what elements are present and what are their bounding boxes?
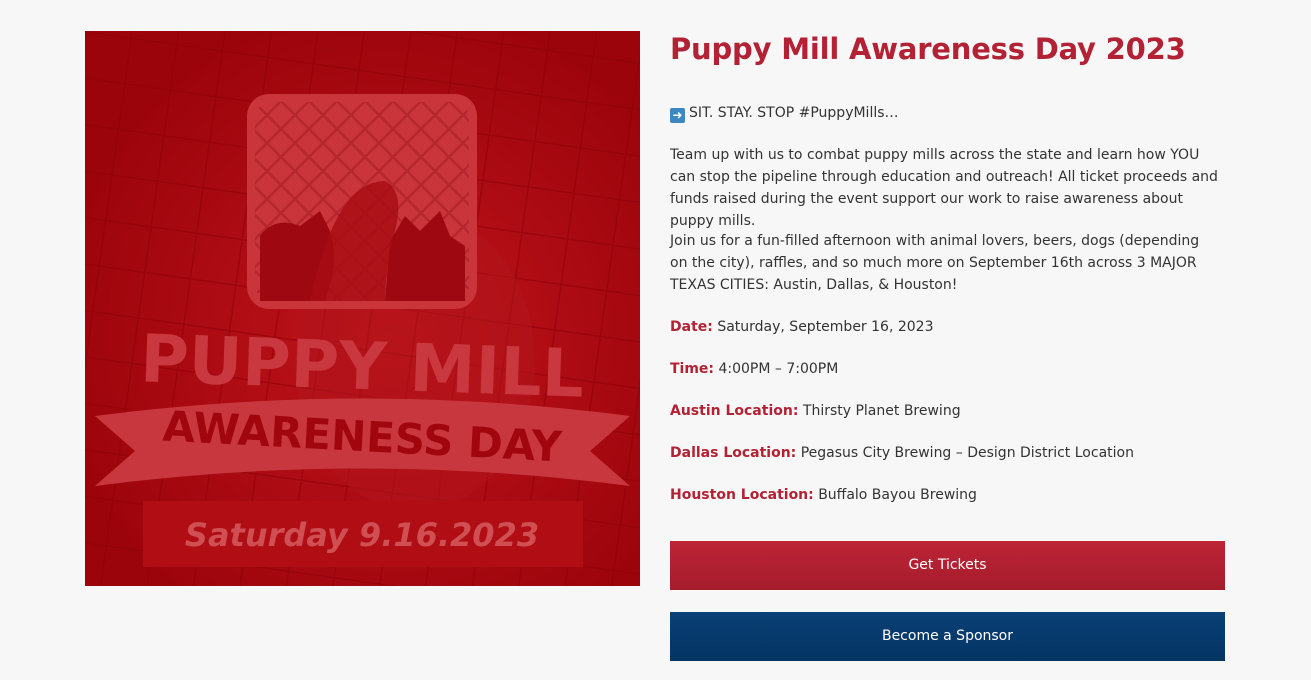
time-value: 4:00PM – 7:00PM xyxy=(718,361,839,377)
detail-date: Date: Saturday, September 16, 2023 xyxy=(670,317,933,337)
get-tickets-button[interactable]: Get Tickets xyxy=(670,541,1225,590)
detail-dallas-location: Dallas Location: Pegasus City Brewing – … xyxy=(670,443,1134,463)
time-label: Time: xyxy=(670,361,715,377)
houston-location-label: Houston Location: xyxy=(670,487,814,503)
dallas-location-value: Pegasus City Brewing – Design District L… xyxy=(800,445,1134,461)
detail-austin-location: Austin Location: Thirsty Planet Brewing xyxy=(670,401,961,421)
date-value: Saturday, September 16, 2023 xyxy=(717,319,934,335)
detail-time: Time: 4:00PM – 7:00PM xyxy=(670,359,838,379)
intro-text: SIT. STAY. STOP #PuppyMills… xyxy=(689,105,899,121)
promo-graphic: PUPPY MILL AWARENESS DAY Saturday 9.16.2… xyxy=(85,31,640,586)
houston-location-value: Buffalo Bayou Brewing xyxy=(818,487,977,503)
dallas-location-label: Dallas Location: xyxy=(670,445,797,461)
date-label: Date: xyxy=(670,319,713,335)
description-paragraph-1: Team up with us to combat puppy mills ac… xyxy=(670,147,1218,229)
right-arrow-icon: ➜ xyxy=(670,108,685,123)
austin-location-value: Thirsty Planet Brewing xyxy=(802,403,961,419)
description-paragraph-2: Join us for a fun-filled afternoon with … xyxy=(670,233,1200,293)
event-title: Puppy Mill Awareness Day 2023 xyxy=(670,32,1186,66)
detail-houston-location: Houston Location: Buffalo Bayou Brewing xyxy=(670,485,977,505)
intro-line: ➜ SIT. STAY. STOP #PuppyMills… xyxy=(670,103,899,123)
become-sponsor-button[interactable]: Become a Sponsor xyxy=(670,612,1225,661)
fence-logo-icon xyxy=(247,94,477,309)
promo-image: PUPPY MILL AWARENESS DAY Saturday 9.16.2… xyxy=(85,31,640,586)
event-details: Puppy Mill Awareness Day 2023 ➜ SIT. STAY… xyxy=(670,26,1225,661)
event-page: PUPPY MILL AWARENESS DAY Saturday 9.16.2… xyxy=(0,0,1311,680)
promo-date-text: Saturday 9.16.2023 xyxy=(185,516,539,554)
austin-location-label: Austin Location: xyxy=(670,403,799,419)
